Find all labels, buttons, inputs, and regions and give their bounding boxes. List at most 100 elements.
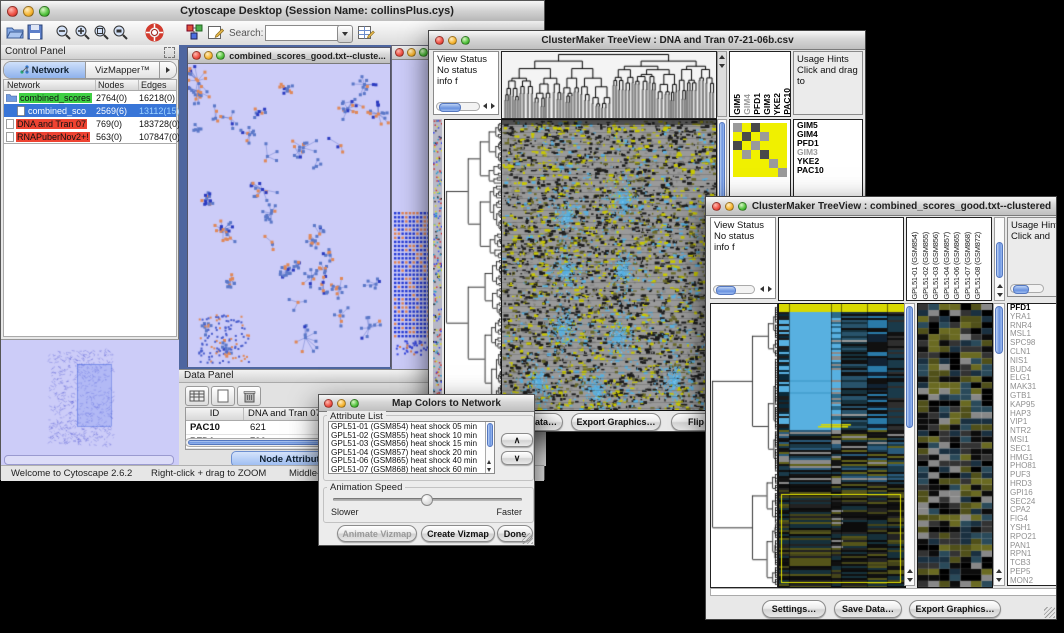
minimize-icon[interactable]: [204, 51, 213, 60]
scroll-right-icon[interactable]: [768, 286, 772, 292]
resize-grip[interactable]: [1044, 607, 1055, 618]
close-icon[interactable]: [7, 6, 18, 17]
grid-network-window[interactable]: [391, 45, 433, 369]
network-list-row[interactable]: combined_sco2569(6)13112(15): [3, 104, 177, 117]
gene-label[interactable]: MON2: [1010, 577, 1036, 586]
matrix-cell[interactable]: [733, 132, 742, 141]
matrix-cell[interactable]: [742, 159, 751, 168]
animation-speed-slider[interactable]: [333, 498, 522, 501]
matrix-cell[interactable]: [760, 123, 769, 132]
combined-row-dendrogram[interactable]: [710, 303, 778, 588]
window-controls[interactable]: [1, 6, 50, 17]
matrix-cell[interactable]: [742, 132, 751, 141]
matrix-cell[interactable]: [760, 141, 769, 150]
new-attribute-icon[interactable]: [211, 386, 235, 406]
combined-vscrollbar[interactable]: [904, 303, 915, 586]
scroll-left-icon[interactable]: [760, 286, 764, 292]
attribute-list-item[interactable]: GPL51-07 (GSM868) heat shock 60 min: [331, 466, 484, 474]
matrix-cell[interactable]: [751, 123, 760, 132]
help-lifering-icon[interactable]: [145, 23, 164, 42]
matrix-cell[interactable]: [751, 159, 760, 168]
attribute-list-item[interactable]: GPL51-03 (GSM856) heat shock 15 min: [331, 440, 484, 449]
dna-overview-strip[interactable]: [433, 119, 442, 409]
network-list-row[interactable]: DNA and Tran 07769(0)183728(0): [3, 117, 177, 130]
tab-vizmapper[interactable]: VizMapper™: [86, 62, 160, 78]
matrix-cell[interactable]: [733, 123, 742, 132]
matrix-cell[interactable]: [760, 159, 769, 168]
attribute-browser-icon[interactable]: [357, 24, 375, 41]
zoom-selected-icon[interactable]: [93, 24, 110, 41]
network-list-empty-area[interactable]: [3, 143, 177, 337]
matrix-cell[interactable]: [778, 159, 787, 168]
attribute-list-item[interactable]: GPL51-04 (GSM857) heat shock 20 min: [331, 449, 484, 458]
attribute-list-item[interactable]: GPL51-01 (GSM854) heat shock 05 min: [331, 423, 484, 432]
matrix-cell[interactable]: [733, 150, 742, 159]
save-data-button[interactable]: Save Data…: [834, 600, 902, 618]
export-graphics-button[interactable]: Export Graphics…: [909, 600, 1001, 618]
zoom-window-icon[interactable]: [350, 399, 359, 408]
network-view-titlebar[interactable]: combined_scores_good.txt--cluste...: [188, 48, 390, 64]
slider-thumb[interactable]: [421, 494, 433, 506]
vizmapper-icon[interactable]: [186, 24, 203, 41]
matrix-cell[interactable]: [733, 168, 742, 177]
matrix-cell[interactable]: [778, 123, 787, 132]
id-column-header[interactable]: ID: [186, 408, 244, 420]
settings-button[interactable]: Settings…: [762, 600, 826, 618]
view-status-hscrollbar[interactable]: [436, 102, 480, 111]
matrix-cell[interactable]: [769, 159, 778, 168]
minimize-icon[interactable]: [725, 202, 734, 211]
attribute-list-vscrollbar[interactable]: [485, 422, 494, 473]
tab-overflow-button[interactable]: [160, 62, 176, 78]
zoom-window-icon[interactable]: [419, 48, 428, 57]
close-icon[interactable]: [712, 202, 721, 211]
dialog-titlebar[interactable]: Map Colors to Network: [319, 395, 534, 412]
network-list-row[interactable]: RNAPuberNov2+!563(0)107847(0): [3, 130, 177, 143]
annotation-icon[interactable]: [207, 24, 224, 41]
combined-zoom-heatmap[interactable]: [917, 303, 993, 588]
attribute-list-item[interactable]: GPL51-02 (GSM855) heat shock 10 min: [331, 432, 484, 441]
save-icon[interactable]: [27, 24, 43, 40]
close-icon[interactable]: [435, 36, 444, 45]
search-input[interactable]: [265, 25, 339, 41]
zoom-out-icon[interactable]: [55, 24, 72, 41]
close-icon[interactable]: [395, 48, 404, 57]
matrix-cell[interactable]: [742, 141, 751, 150]
minimize-icon[interactable]: [23, 6, 34, 17]
minimize-icon[interactable]: [407, 48, 416, 57]
scroll-left-icon[interactable]: [483, 103, 487, 109]
attribute-list-item[interactable]: GPL51-06 (GSM865) heat shock 40 min: [331, 457, 484, 466]
matrix-cell[interactable]: [733, 159, 742, 168]
close-icon[interactable]: [192, 51, 201, 60]
matrix-cell[interactable]: [769, 123, 778, 132]
minimize-icon[interactable]: [448, 36, 457, 45]
matrix-cell[interactable]: [751, 132, 760, 141]
network-list-row[interactable]: combined_scores2764(0)16218(0): [3, 91, 177, 104]
zoom-window-icon[interactable]: [216, 51, 225, 60]
float-panel-icon[interactable]: [164, 47, 175, 58]
matrix-cell[interactable]: [760, 168, 769, 177]
dna-column-dendrogram[interactable]: [501, 51, 717, 119]
combined-header-vscrollbar[interactable]: [994, 217, 1005, 301]
grid-network-canvas[interactable]: [392, 60, 432, 369]
scroll-right-icon[interactable]: [491, 103, 495, 109]
attribute-list[interactable]: GPL51-01 (GSM854) heat shock 05 minGPL51…: [328, 421, 495, 474]
zoom-window-icon[interactable]: [461, 36, 470, 45]
matrix-cell[interactable]: [778, 132, 787, 141]
zoom-window-icon[interactable]: [39, 6, 50, 17]
open-file-icon[interactable]: [6, 24, 24, 40]
matrix-cell[interactable]: [742, 150, 751, 159]
combined-hscrollbar[interactable]: [710, 588, 1057, 596]
matrix-cell[interactable]: [769, 168, 778, 177]
zoom-window-icon[interactable]: [738, 202, 747, 211]
view-status-hscrollbar[interactable]: [713, 285, 755, 294]
zoom-fit-icon[interactable]: [112, 24, 129, 41]
network-overview-canvas[interactable]: [3, 342, 177, 454]
minimize-icon[interactable]: [337, 399, 346, 408]
resize-grip[interactable]: [522, 533, 533, 544]
create-vizmap-button[interactable]: Create Vizmap: [421, 525, 495, 542]
close-icon[interactable]: [324, 399, 333, 408]
matrix-cell[interactable]: [778, 150, 787, 159]
usage-hints-hscrollbar[interactable]: [1010, 284, 1044, 293]
tab-network[interactable]: Network: [4, 62, 86, 78]
overview-scrollbar[interactable]: [4, 455, 174, 465]
